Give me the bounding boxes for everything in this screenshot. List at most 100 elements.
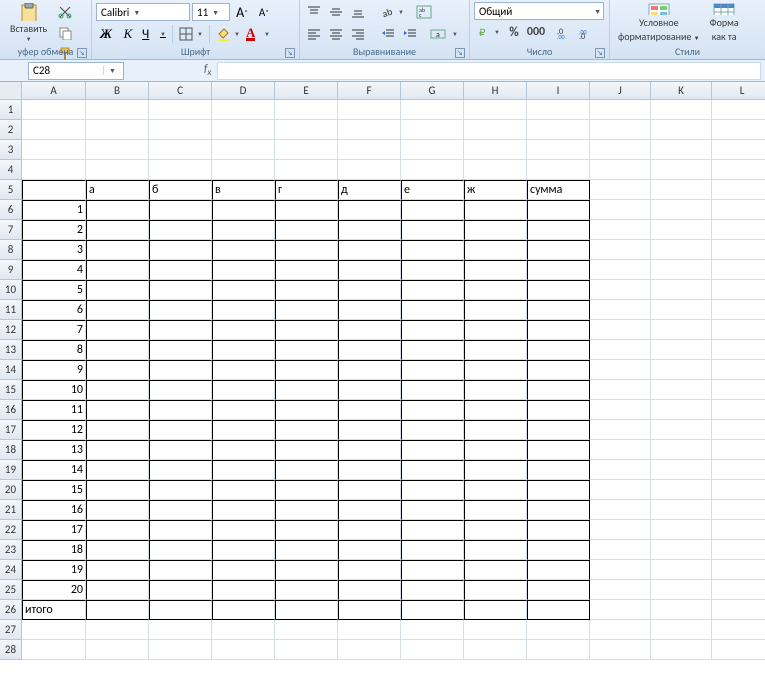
row-header-2[interactable]: 2 — [0, 120, 22, 140]
cell-K26[interactable] — [651, 600, 712, 620]
cell-I23[interactable] — [527, 540, 590, 560]
cell-L16[interactable] — [712, 400, 765, 420]
cell-J26[interactable] — [590, 600, 651, 620]
cell-G13[interactable] — [401, 340, 464, 360]
alignment-dialog-launcher[interactable]: ↘ — [455, 48, 465, 58]
cell-K16[interactable] — [651, 400, 712, 420]
cell-K6[interactable] — [651, 200, 712, 220]
row-header-25[interactable]: 25 — [0, 580, 22, 600]
cell-B22[interactable] — [86, 520, 149, 540]
font-name-combo[interactable]: Calibri▼ — [96, 3, 190, 21]
cell-H25[interactable] — [464, 580, 527, 600]
cell-I5[interactable]: сумма — [527, 180, 590, 200]
col-header-F[interactable]: F — [338, 82, 401, 100]
cell-K14[interactable] — [651, 360, 712, 380]
cell-C16[interactable] — [149, 400, 212, 420]
cell-K24[interactable] — [651, 560, 712, 580]
cell-D1[interactable] — [212, 100, 275, 120]
cell-K25[interactable] — [651, 580, 712, 600]
cell-E17[interactable] — [275, 420, 338, 440]
cell-A19[interactable]: 14 — [22, 460, 86, 480]
cell-B10[interactable] — [86, 280, 149, 300]
cell-F6[interactable] — [338, 200, 401, 220]
cell-A5[interactable] — [22, 180, 86, 200]
row-header-23[interactable]: 23 — [0, 540, 22, 560]
col-header-G[interactable]: G — [401, 82, 464, 100]
cell-L15[interactable] — [712, 380, 765, 400]
cell-B8[interactable] — [86, 240, 149, 260]
cell-F17[interactable] — [338, 420, 401, 440]
cell-F13[interactable] — [338, 340, 401, 360]
align-middle-button[interactable] — [326, 2, 346, 22]
cell-B7[interactable] — [86, 220, 149, 240]
cell-I17[interactable] — [527, 420, 590, 440]
cell-H10[interactable] — [464, 280, 527, 300]
row-header-4[interactable]: 4 — [0, 160, 22, 180]
cell-I18[interactable] — [527, 440, 590, 460]
cell-E18[interactable] — [275, 440, 338, 460]
cell-C13[interactable] — [149, 340, 212, 360]
cell-J11[interactable] — [590, 300, 651, 320]
cell-A22[interactable]: 17 — [22, 520, 86, 540]
cell-F5[interactable]: д — [338, 180, 401, 200]
cell-D4[interactable] — [212, 160, 275, 180]
cell-J13[interactable] — [590, 340, 651, 360]
row-header-12[interactable]: 12 — [0, 320, 22, 340]
cell-H5[interactable]: ж — [464, 180, 527, 200]
cell-J19[interactable] — [590, 460, 651, 480]
cell-B2[interactable] — [86, 120, 149, 140]
cell-F15[interactable] — [338, 380, 401, 400]
cell-D8[interactable] — [212, 240, 275, 260]
cell-E20[interactable] — [275, 480, 338, 500]
col-header-C[interactable]: C — [149, 82, 212, 100]
cell-A7[interactable]: 2 — [22, 220, 86, 240]
cell-G26[interactable] — [401, 600, 464, 620]
cell-G17[interactable] — [401, 420, 464, 440]
cell-I19[interactable] — [527, 460, 590, 480]
cell-H21[interactable] — [464, 500, 527, 520]
cell-L11[interactable] — [712, 300, 765, 320]
cell-H11[interactable] — [464, 300, 527, 320]
cell-I28[interactable] — [527, 640, 590, 660]
cell-E19[interactable] — [275, 460, 338, 480]
cell-K23[interactable] — [651, 540, 712, 560]
cell-E13[interactable] — [275, 340, 338, 360]
cell-B9[interactable] — [86, 260, 149, 280]
cell-E8[interactable] — [275, 240, 338, 260]
cell-K12[interactable] — [651, 320, 712, 340]
cell-D14[interactable] — [212, 360, 275, 380]
cell-A10[interactable]: 5 — [22, 280, 86, 300]
cell-G24[interactable] — [401, 560, 464, 580]
cell-A6[interactable]: 1 — [22, 200, 86, 220]
cell-C20[interactable] — [149, 480, 212, 500]
cell-D24[interactable] — [212, 560, 275, 580]
cell-J25[interactable] — [590, 580, 651, 600]
cell-D7[interactable] — [212, 220, 275, 240]
cell-H28[interactable] — [464, 640, 527, 660]
cell-B20[interactable] — [86, 480, 149, 500]
cell-D9[interactable] — [212, 260, 275, 280]
cell-K10[interactable] — [651, 280, 712, 300]
cell-C5[interactable]: б — [149, 180, 212, 200]
cell-L18[interactable] — [712, 440, 765, 460]
cell-L26[interactable] — [712, 600, 765, 620]
cell-I10[interactable] — [527, 280, 590, 300]
col-header-J[interactable]: J — [590, 82, 651, 100]
cell-D28[interactable] — [212, 640, 275, 660]
cell-J6[interactable] — [590, 200, 651, 220]
cell-D22[interactable] — [212, 520, 275, 540]
cell-C19[interactable] — [149, 460, 212, 480]
cell-G3[interactable] — [401, 140, 464, 160]
cell-D18[interactable] — [212, 440, 275, 460]
comma-style-button[interactable]: 000 — [526, 22, 546, 42]
row-header-14[interactable]: 14 — [0, 360, 22, 380]
cell-F14[interactable] — [338, 360, 401, 380]
cell-A20[interactable]: 15 — [22, 480, 86, 500]
name-box-dropdown[interactable]: ▼ — [103, 66, 121, 75]
cut-button[interactable] — [55, 2, 75, 22]
cell-H8[interactable] — [464, 240, 527, 260]
cell-J1[interactable] — [590, 100, 651, 120]
cell-E3[interactable] — [275, 140, 338, 160]
row-header-19[interactable]: 19 — [0, 460, 22, 480]
cell-I11[interactable] — [527, 300, 590, 320]
